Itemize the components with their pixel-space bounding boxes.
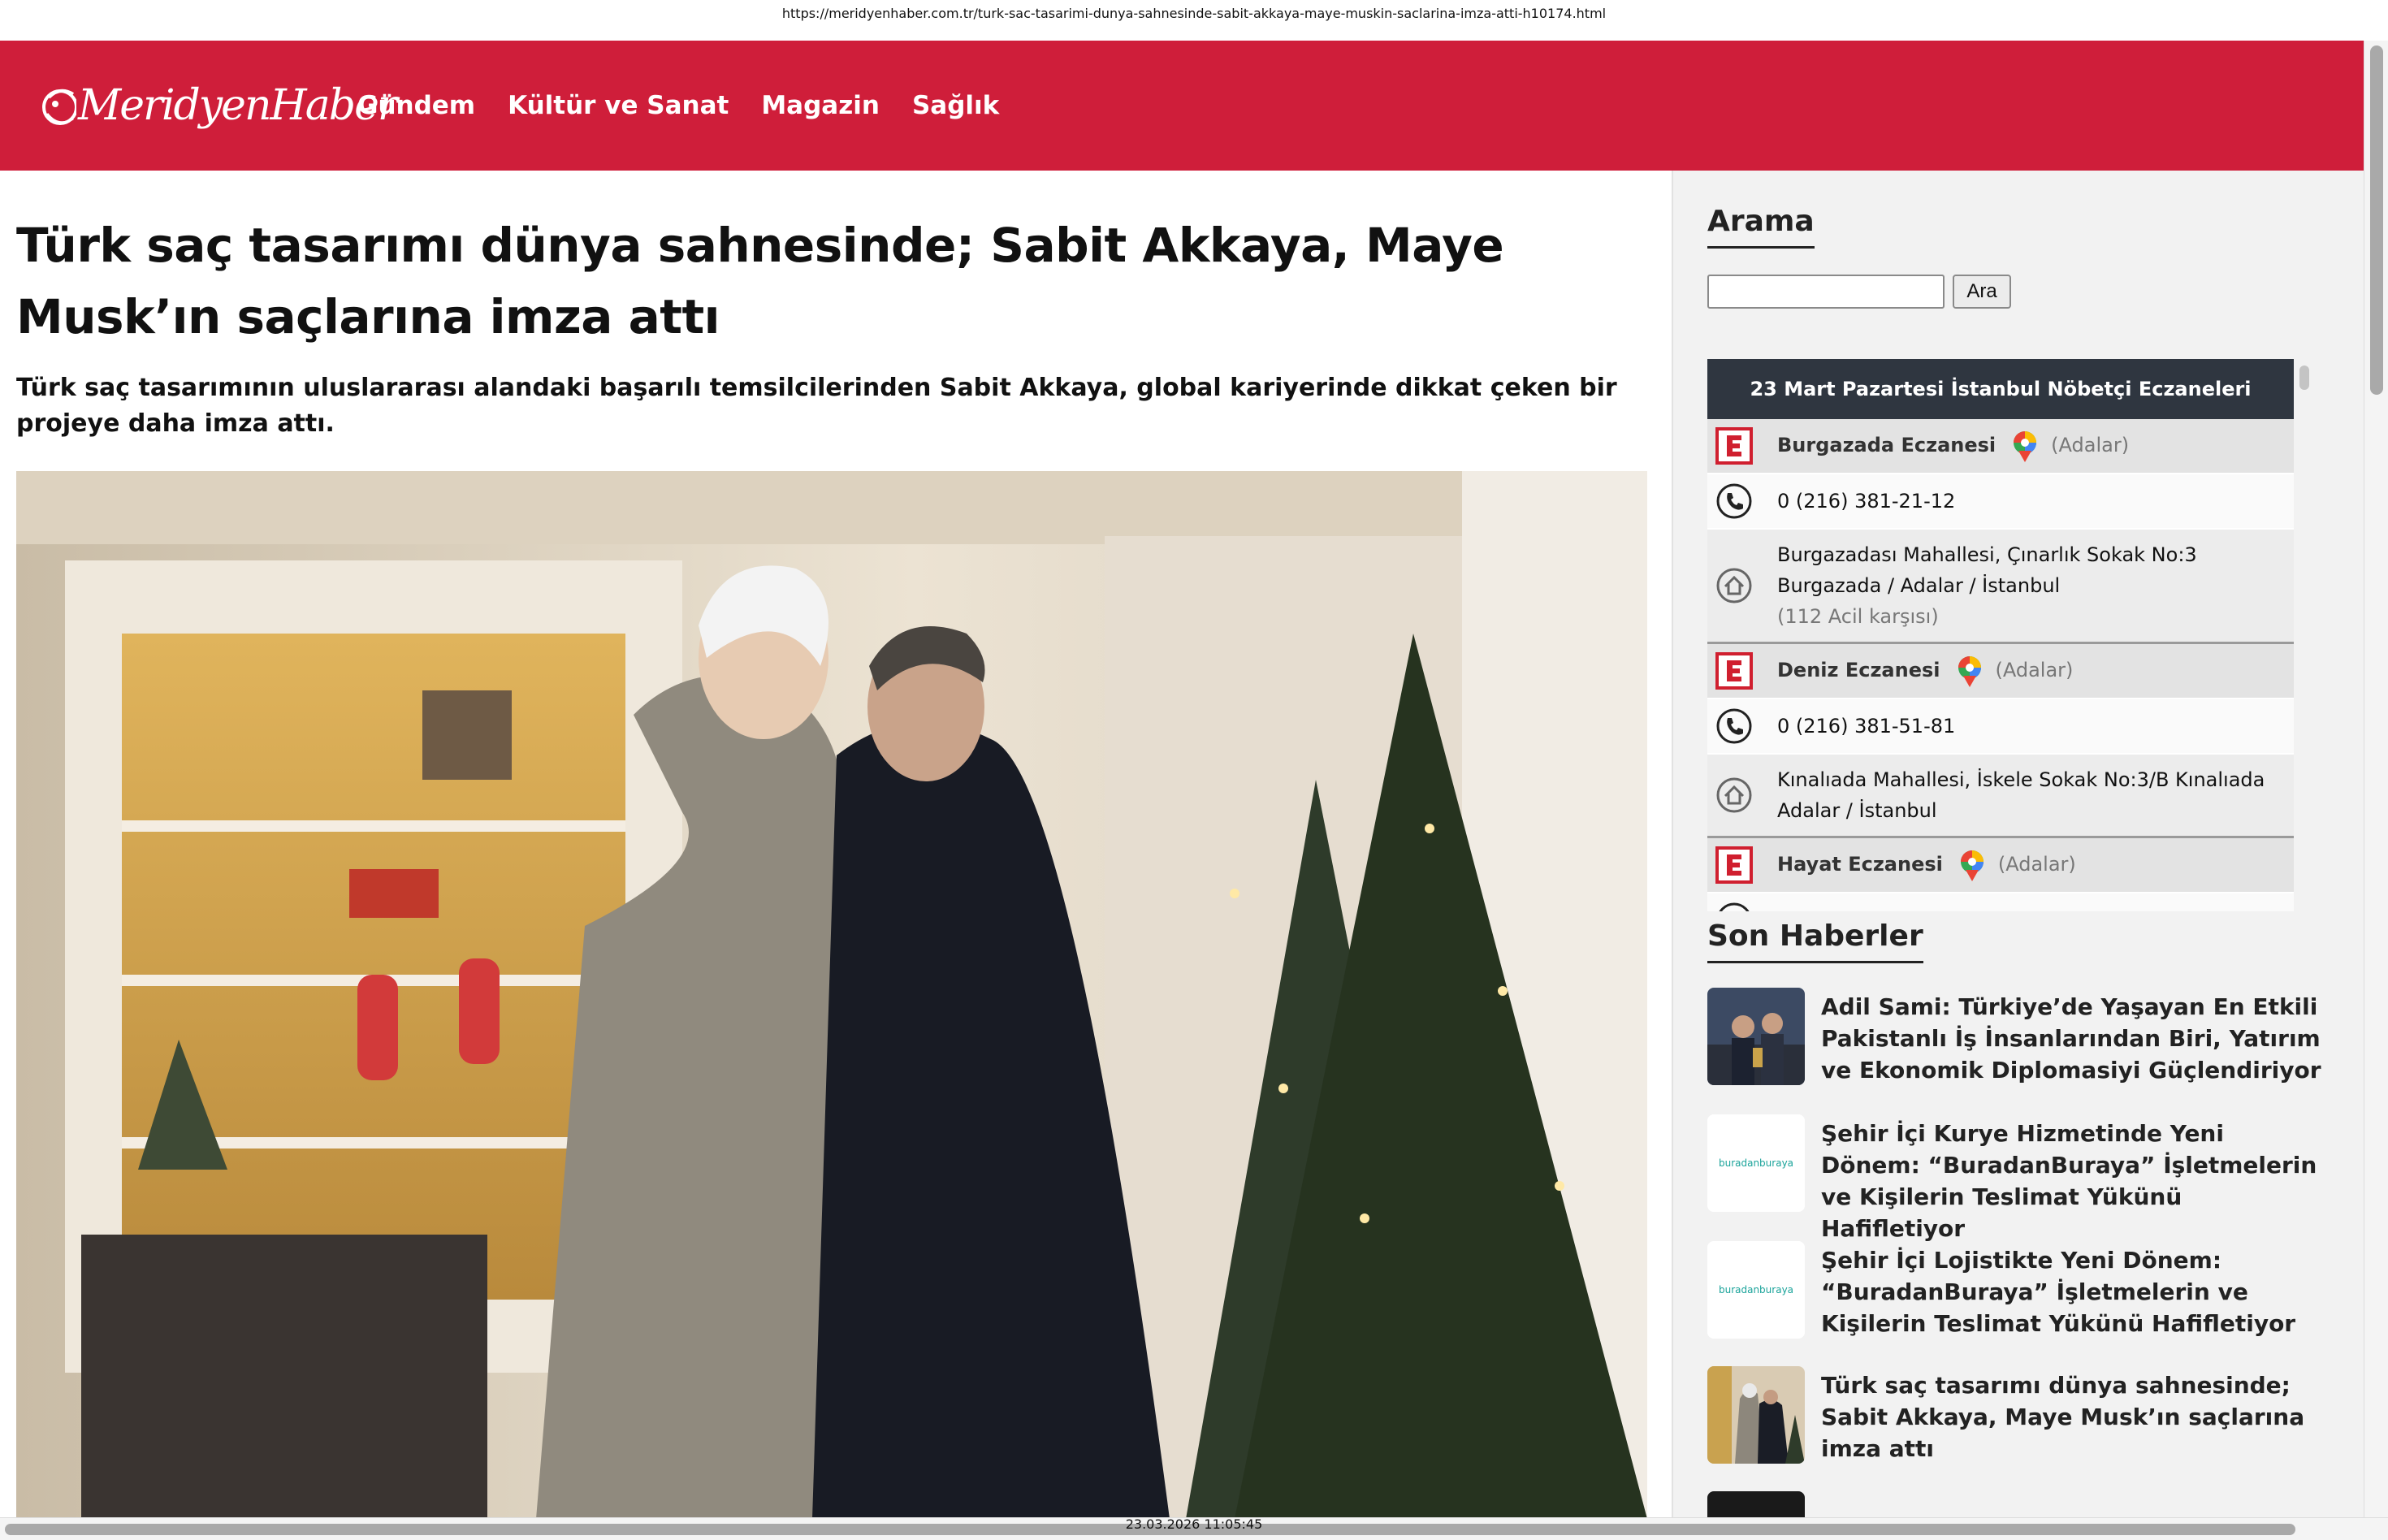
pharmacy-phone-row[interactable] <box>1707 893 2294 911</box>
news-thumbnail: buradanburaya <box>1707 1114 1805 1212</box>
pharmacy-name-row[interactable]: Hayat Eczanesi (Adalar) <box>1707 838 2294 893</box>
home-icon <box>1716 777 1752 813</box>
pharmacy-address: Burgazadası Mahallesi, Çınarlık Sokak No… <box>1777 543 2197 597</box>
news-title: Şehir İçi Lojistikte Yeni Dönem: “Burada… <box>1821 1247 2296 1337</box>
news-item[interactable]: Türk saç tasarımı dünya sahnesinde; Sabi… <box>1707 1366 2325 1472</box>
nav-item-kultur-ve-sanat[interactable]: Kültür ve Sanat <box>508 91 729 120</box>
pharmacy-name: Hayat Eczanesi <box>1777 853 1943 876</box>
home-icon <box>1716 568 1752 603</box>
article-main: Türk saç tasarımı dünya sahnesinde; Sabi… <box>0 171 1672 1519</box>
pharmacy-address-row: Kınalıada Mahallesi, İskele Sokak No:3/B… <box>1707 755 2294 838</box>
news-thumbnail <box>1707 1366 1805 1464</box>
url-bar[interactable]: https://meridyenhaber.com.tr/turk-sac-ta… <box>0 0 2388 41</box>
phone-icon <box>1719 902 1750 911</box>
map-pin-icon[interactable] <box>1958 849 1987 881</box>
news-thumbnail-label: buradanburaya <box>1719 1284 1793 1296</box>
search-button[interactable]: Ara <box>1953 275 2011 309</box>
article-photo-illustration <box>16 471 1647 1519</box>
pharmacy-phone: 0 (216) 381-21-12 <box>1777 490 1956 513</box>
pharmacy-scrollbar[interactable] <box>2299 359 2310 911</box>
news-thumbnail-label: buradanburaya <box>1719 1157 1793 1169</box>
news-title: Şehir İçi Kurye Hizmetinde Yeni Dönem: “… <box>1821 1120 2317 1242</box>
news-thumbnail: buradanburaya <box>1707 1241 1805 1339</box>
pharmacy-phone: 0 (216) 381-51-81 <box>1777 715 1956 738</box>
pharmacy-e-icon <box>1715 427 1753 465</box>
page-vertical-scrollbar[interactable] <box>2364 41 2388 1517</box>
news-title: Türk saç tasarımı dünya sahnesinde; Sabi… <box>1821 1372 2305 1462</box>
pharmacy-name: Burgazada Eczanesi <box>1777 434 1996 456</box>
pharmacy-name-row[interactable]: Burgazada Eczanesi (Adalar) <box>1707 419 2294 474</box>
article-title: Türk saç tasarımı dünya sahnesinde; Sabi… <box>16 218 1504 344</box>
site-logo[interactable]: MeridyenHaber <box>41 75 398 136</box>
search-input[interactable] <box>1707 275 1945 309</box>
globe-logo-icon <box>42 89 76 125</box>
pharmacy-phone-row[interactable]: 0 (216) 381-21-12 <box>1707 474 2294 530</box>
nav-item-saglik[interactable]: Sağlık <box>912 91 999 120</box>
news-thumbnail <box>1707 1491 1805 1517</box>
phone-icon <box>1716 483 1752 519</box>
sidebar: Arama Ara 23 Mart Pazartesi İstanbul Nöb… <box>1672 171 2364 1517</box>
article-photo[interactable] <box>16 471 1647 1519</box>
news-thumbnail <box>1707 988 1805 1085</box>
pharmacy-note: (112 Acil karşısı) <box>1777 605 1939 628</box>
pharmacy-header: 23 Mart Pazartesi İstanbul Nöbetçi Eczan… <box>1707 359 2294 419</box>
site-header: MeridyenHaber Gündem Kültür ve Sanat Mag… <box>0 41 2364 171</box>
map-pin-icon[interactable] <box>1955 655 1984 687</box>
news-item[interactable]: buradanburaya Şehir İçi Kurye Hizmetinde… <box>1707 1114 2325 1242</box>
nav-item-magazin[interactable]: Magazin <box>761 91 880 120</box>
page-vertical-scrollbar-thumb[interactable] <box>2370 45 2383 395</box>
pharmacy-widget: 23 Mart Pazartesi İstanbul Nöbetçi Eczan… <box>1707 359 2294 911</box>
pharmacy-name: Deniz Eczanesi <box>1777 659 1940 681</box>
pharmacy-district: (Adalar) <box>1995 659 2074 681</box>
news-item[interactable]: buradanburaya Şehir İçi Lojistikte Yeni … <box>1707 1241 2325 1347</box>
news-item[interactable]: Adil Sami: Türkiye’de Yaşayan En Etkili … <box>1707 988 2325 1093</box>
pharmacy-address: Kınalıada Mahallesi, İskele Sokak No:3/B… <box>1777 768 2265 822</box>
latest-news-heading: Son Haberler <box>1707 919 1923 963</box>
map-pin-icon[interactable] <box>2010 430 2040 462</box>
pharmacy-district: (Adalar) <box>2051 434 2130 456</box>
phone-icon <box>1716 708 1752 744</box>
pharmacy-e-icon <box>1715 652 1753 690</box>
pharmacy-phone-row[interactable]: 0 (216) 381-51-81 <box>1707 699 2294 755</box>
news-title: Adil Sami: Türkiye’de Yaşayan En Etkili … <box>1821 993 2321 1084</box>
main-nav: Gündem Kültür ve Sanat Magazin Sağlık <box>357 41 1032 171</box>
search-heading: Arama <box>1707 205 1815 249</box>
article-spot: Türk saç tasarımının uluslararası alanda… <box>16 374 1617 438</box>
logo-text: MeridyenHaber <box>78 81 398 130</box>
pharmacy-district: (Adalar) <box>1997 853 2076 876</box>
capture-timestamp: 23.03.2026 11:05:45 <box>1125 1516 1263 1532</box>
pharmacy-e-icon <box>1715 846 1753 884</box>
pharmacy-scrollbar-thumb[interactable] <box>2299 366 2309 390</box>
pharmacy-address-row: Burgazadası Mahallesi, Çınarlık Sokak No… <box>1707 530 2294 644</box>
pharmacy-name-row[interactable]: Deniz Eczanesi (Adalar) <box>1707 644 2294 699</box>
news-item[interactable] <box>1707 1491 2325 1517</box>
nav-item-gundem[interactable]: Gündem <box>357 91 475 120</box>
